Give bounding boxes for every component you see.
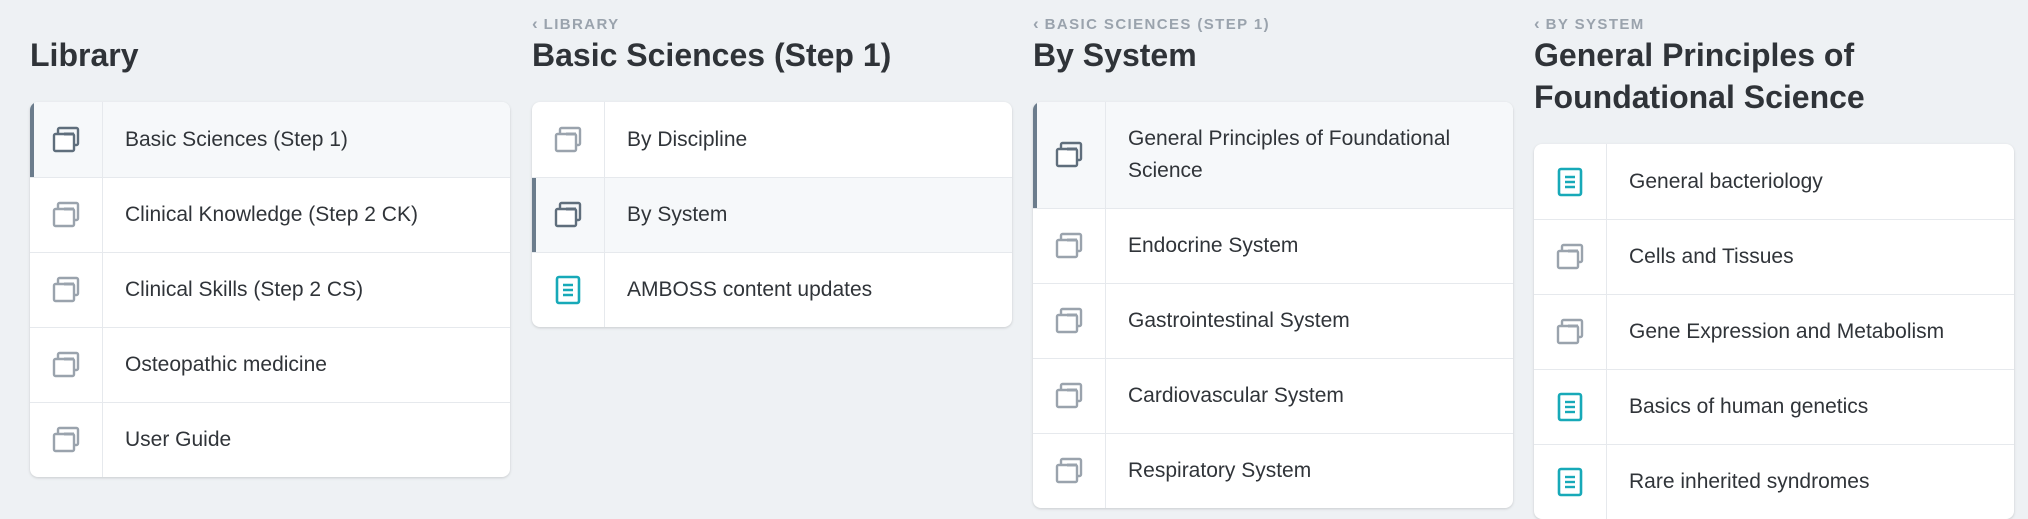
list-item-label: Endocrine System — [1128, 234, 1299, 257]
list-item[interactable]: Gastrointestinal System — [1033, 283, 1513, 358]
folder-icon — [51, 201, 81, 229]
folder-icon — [51, 276, 81, 304]
list-item[interactable]: Basic Sciences (Step 1) — [30, 102, 510, 177]
folder-icon — [1054, 457, 1084, 485]
folder-icon — [1054, 232, 1084, 260]
list-item-label: Respiratory System — [1128, 459, 1312, 482]
list-item[interactable]: By System — [532, 177, 1012, 252]
column-title: Library — [30, 37, 139, 73]
folder-icon — [553, 201, 583, 229]
breadcrumb-back-link[interactable]: ‹ BASIC SCIENCES (STEP 1) — [1033, 14, 1270, 34]
chevron-left-icon: ‹ — [1534, 14, 1540, 33]
chevron-left-icon: ‹ — [1033, 14, 1039, 33]
list-item-label: Basics of human genetics — [1629, 395, 1869, 418]
folder-icon — [51, 351, 81, 379]
item-list: Basic Sciences (Step 1) Clinical Knowled… — [30, 102, 510, 477]
folder-icon — [1054, 141, 1084, 169]
column-title: By System — [1033, 37, 1197, 73]
breadcrumb-label: BASIC SCIENCES (STEP 1) — [1044, 15, 1270, 33]
folder-icon — [51, 426, 81, 454]
list-item-label: Rare inherited syndromes — [1629, 470, 1870, 493]
folder-icon — [1054, 382, 1084, 410]
list-item[interactable]: Clinical Knowledge (Step 2 CK) — [30, 177, 510, 252]
list-item[interactable]: User Guide — [30, 402, 510, 477]
list-item-label: Basic Sciences (Step 1) — [125, 127, 348, 151]
list-item-label: AMBOSS content updates — [627, 278, 873, 301]
breadcrumb-back-link[interactable]: ‹ LIBRARY — [532, 14, 620, 34]
column-title: General Principles of Foundational Scien… — [1534, 37, 1865, 115]
item-list: By Discipline By System AMBOSS content u… — [532, 102, 1012, 327]
list-item[interactable]: By Discipline — [532, 102, 1012, 177]
list-item[interactable]: Cells and Tissues — [1534, 219, 2014, 294]
folder-icon — [1555, 243, 1585, 271]
list-item-label: Clinical Knowledge (Step 2 CK) — [125, 203, 418, 226]
list-item-label: Gastrointestinal System — [1128, 309, 1350, 332]
list-item[interactable]: Endocrine System — [1033, 208, 1513, 283]
list-item-label: Clinical Skills (Step 2 CS) — [125, 278, 364, 301]
list-item-label: User Guide — [125, 428, 232, 451]
breadcrumb-label: LIBRARY — [543, 15, 620, 33]
list-item[interactable]: Rare inherited syndromes — [1534, 444, 2014, 519]
article-icon — [555, 275, 581, 305]
chevron-left-icon: ‹ — [532, 14, 538, 33]
folder-icon — [553, 126, 583, 154]
folder-icon — [1555, 318, 1585, 346]
list-item-label: By Discipline — [627, 127, 748, 151]
column-title: Basic Sciences (Step 1) — [532, 37, 892, 73]
list-item[interactable]: Respiratory System — [1033, 433, 1513, 508]
list-item[interactable]: General Principles of Foundational Scien… — [1033, 102, 1513, 208]
article-icon — [1557, 167, 1583, 197]
list-item-label: Cardiovascular System — [1128, 384, 1344, 407]
article-icon — [1557, 392, 1583, 422]
list-item-label: Cells and Tissues — [1629, 245, 1794, 268]
article-icon — [1557, 467, 1583, 497]
folder-icon — [51, 126, 81, 154]
item-list: General bacteriology Cells and Tissues G… — [1534, 144, 2014, 519]
list-item-label: By System — [627, 203, 728, 226]
list-item[interactable]: AMBOSS content updates — [532, 252, 1012, 327]
list-item[interactable]: Osteopathic medicine — [30, 327, 510, 402]
list-item-label: General bacteriology — [1629, 169, 1823, 193]
list-item-label: Gene Expression and Metabolism — [1629, 320, 1945, 343]
list-item-label: General Principles of Foundational Scien… — [1128, 127, 1451, 182]
folder-icon — [1054, 307, 1084, 335]
list-item[interactable]: Basics of human genetics — [1534, 369, 2014, 444]
breadcrumb-back-link[interactable]: ‹ BY SYSTEM — [1534, 14, 1645, 34]
list-item[interactable]: Gene Expression and Metabolism — [1534, 294, 2014, 369]
list-item[interactable]: Clinical Skills (Step 2 CS) — [30, 252, 510, 327]
list-item-label: Osteopathic medicine — [125, 353, 327, 376]
breadcrumb-label: BY SYSTEM — [1545, 15, 1645, 33]
list-item[interactable]: General bacteriology — [1534, 144, 2014, 219]
item-list: General Principles of Foundational Scien… — [1033, 102, 1513, 508]
list-item[interactable]: Cardiovascular System — [1033, 358, 1513, 433]
